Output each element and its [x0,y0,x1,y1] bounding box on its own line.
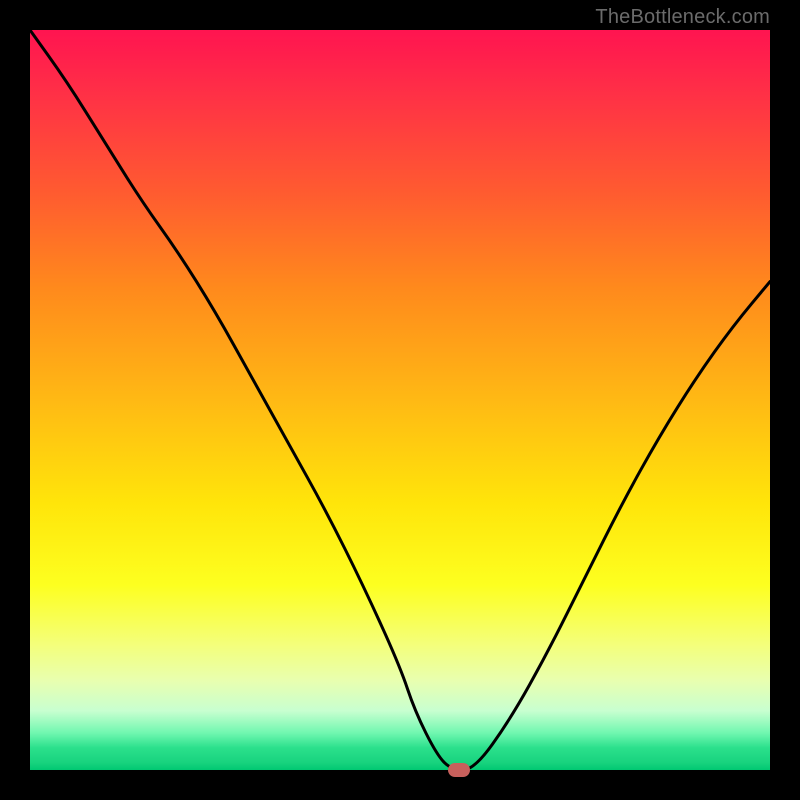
optimal-marker [448,763,470,777]
plot-area [30,30,770,770]
chart-frame: TheBottleneck.com [0,0,800,800]
attribution-text: TheBottleneck.com [595,6,770,29]
bottleneck-curve [30,30,770,770]
